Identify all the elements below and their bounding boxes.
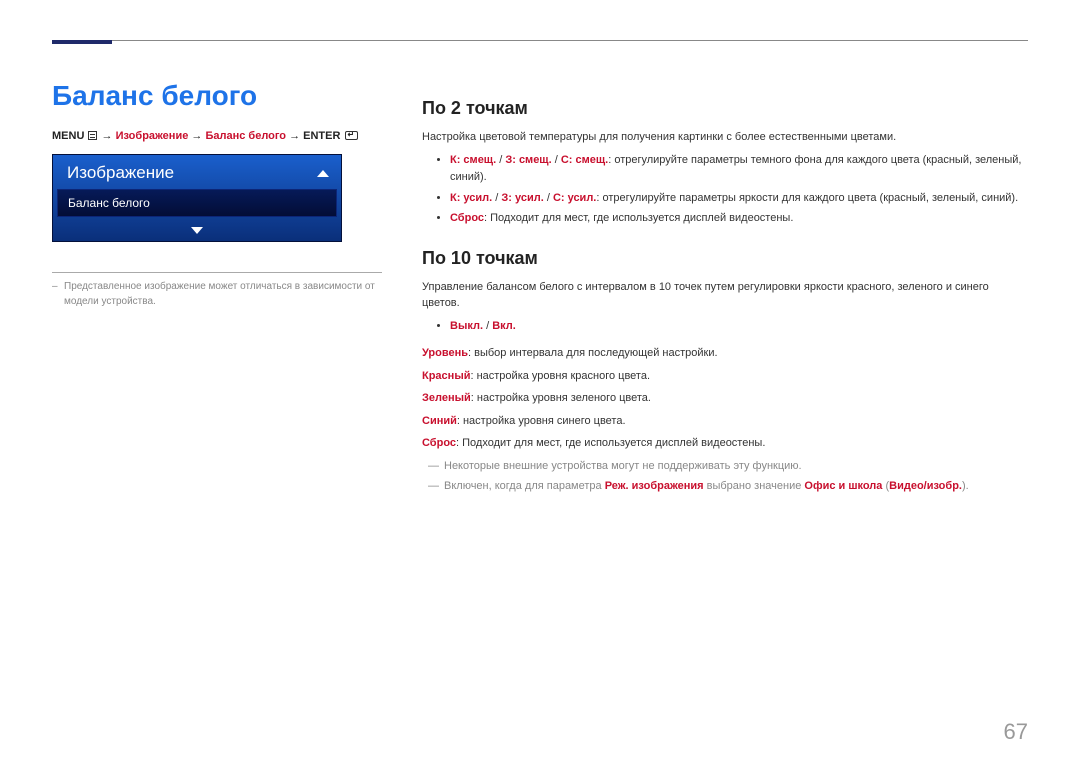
breadcrumb-path-2: Баланс белого [205, 130, 286, 142]
header-accent [52, 40, 112, 44]
term-level: Уровень [422, 347, 468, 359]
text: : настройка уровня синего цвета. [457, 415, 626, 427]
green-line: Зеленый: настройка уровня зеленого цвета… [422, 390, 1028, 407]
term-reset: Сброс [422, 437, 456, 449]
level-line: Уровень: выбор интервала для последующей… [422, 345, 1028, 362]
left-column: Баланс белого MENU → Изображение → Балан… [52, 80, 412, 497]
term-reset: Сброс [450, 212, 484, 224]
menu-icon [88, 131, 97, 140]
term-red: Красный [422, 370, 470, 382]
term-r-offset: К: смещ. [450, 154, 496, 166]
item-text: : отрегулируйте параметры яркости для ка… [596, 192, 1018, 204]
section-heading-10points: По 10 точкам [422, 248, 1028, 269]
reset-line: Сброс: Подходит для мест, где использует… [422, 435, 1028, 452]
osd-header: Изображение [53, 155, 341, 189]
osd-selected-item[interactable]: Баланс белого [57, 189, 337, 217]
sep: / [492, 192, 501, 204]
text: : настройка уровня красного цвета. [470, 370, 650, 382]
term-off: Выкл. [450, 320, 483, 332]
term-g-gain: З: усил. [501, 192, 543, 204]
term-r-gain: К: усил. [450, 192, 492, 204]
term-office-school: Офис и школа [804, 480, 882, 492]
breadcrumb-arrow: → [102, 130, 113, 142]
text: : Подходит для мест, где используется ди… [456, 437, 765, 449]
enter-icon [345, 131, 358, 140]
term-green: Зеленый [422, 392, 471, 404]
separator [52, 272, 382, 273]
breadcrumb-menu: MENU [52, 130, 84, 142]
osd-title: Изображение [67, 163, 174, 183]
breadcrumb-arrow: → [191, 130, 202, 142]
page-number: 67 [1004, 719, 1028, 745]
red-line: Красный: настройка уровня красного цвета… [422, 368, 1028, 385]
osd-footer [53, 221, 341, 241]
list-item: К: смещ. / З: смещ. / С: смещ.: отрегули… [450, 152, 1028, 187]
blue-line: Синий: настройка уровня синего цвета. [422, 413, 1028, 430]
term-g-offset: З: смещ. [505, 154, 551, 166]
sep: / [544, 192, 553, 204]
text: : выбор интервала для последующей настро… [468, 347, 718, 359]
breadcrumb-enter: ENTER [303, 130, 340, 142]
term-on: Вкл. [492, 320, 516, 332]
section1-intro: Настройка цветовой температуры для получ… [422, 129, 1028, 146]
breadcrumb: MENU → Изображение → Баланс белого → ENT… [52, 130, 382, 142]
footnote-1: Некоторые внешние устройства могут не по… [422, 458, 1028, 476]
note2-mid: выбрано значение [704, 480, 805, 492]
sep: / [483, 320, 492, 332]
term-video-image: Видео/изобр. [889, 480, 962, 492]
item-text: : Подходит для мест, где используется ди… [484, 212, 793, 224]
term-blue: Синий [422, 415, 457, 427]
section2-intro: Управление балансом белого с интервалом … [422, 279, 1028, 312]
header-rule [52, 40, 1028, 41]
section1-list: К: смещ. / З: смещ. / С: смещ. : отрегули… [422, 152, 1028, 228]
image-disclaimer: Представленное изображение может отличат… [52, 279, 382, 309]
breadcrumb-path-1: Изображение [116, 130, 189, 142]
list-item: Сброс: Подходит для мест, где использует… [450, 210, 1028, 228]
section-heading-2points: По 2 точкам [422, 98, 1028, 119]
list-item: К: усил. / З: усил. / С: усил.: отрегули… [450, 190, 1028, 208]
term-picture-mode: Реж. изображения [605, 480, 704, 492]
osd-panel: Изображение Баланс белого [52, 154, 342, 242]
sep: / [496, 154, 505, 166]
right-column: По 2 точкам Настройка цветовой температу… [412, 80, 1028, 497]
page-title: Баланс белого [52, 80, 382, 112]
chevron-up-icon[interactable] [317, 170, 329, 177]
sep: / [552, 154, 561, 166]
term-b-gain: С: усил. [553, 192, 596, 204]
section2-list: Выкл. / Вкл. [422, 318, 1028, 336]
page-content: Баланс белого MENU → Изображение → Балан… [52, 80, 1028, 497]
text: : настройка уровня зеленого цвета. [471, 392, 651, 404]
term-b-offset: С: смещ. [561, 154, 608, 166]
note2-close: ). [962, 480, 969, 492]
list-item: Выкл. / Вкл. [450, 318, 1028, 336]
note2-pre: Включен, когда для параметра [444, 480, 605, 492]
chevron-down-icon[interactable] [191, 227, 203, 234]
breadcrumb-arrow: → [289, 130, 300, 142]
footnote-2: Включен, когда для параметра Реж. изобра… [422, 478, 1028, 496]
